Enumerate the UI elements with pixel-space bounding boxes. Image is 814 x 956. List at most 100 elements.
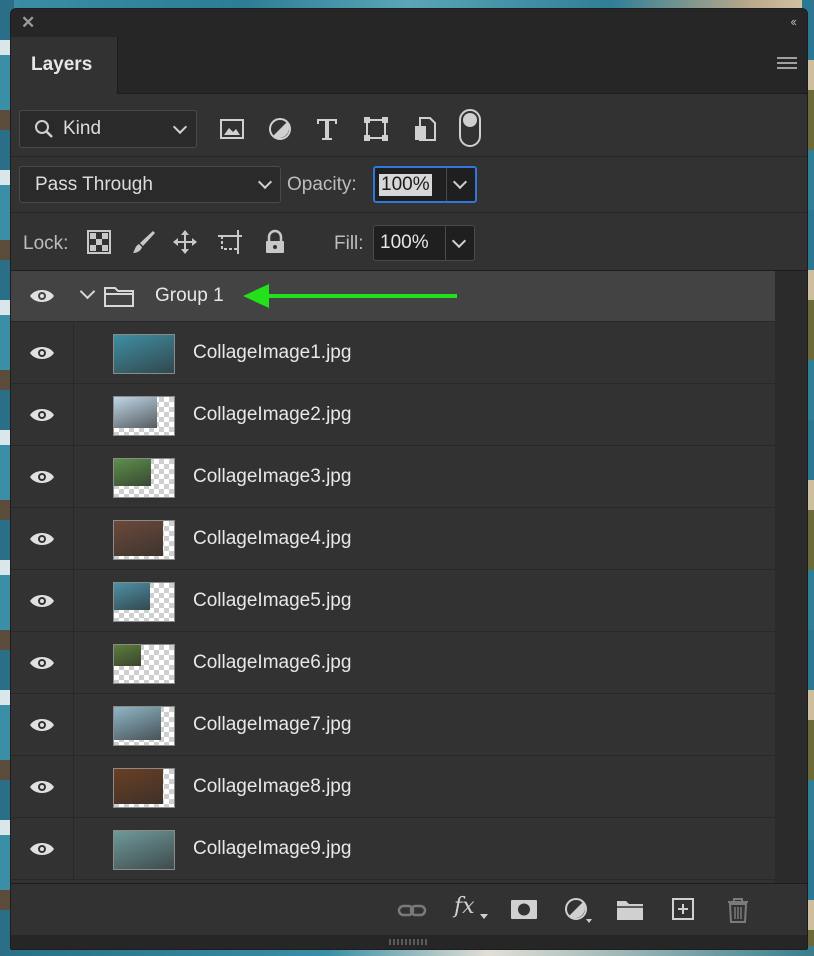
thumbnail-image — [114, 397, 158, 429]
layer-thumbnail — [113, 520, 175, 560]
delete-layer-icon[interactable] — [723, 896, 753, 924]
new-layer-icon[interactable] — [668, 896, 698, 924]
close-icon[interactable]: ✕ — [21, 13, 35, 33]
layer-row[interactable]: CollageImage3.jpg — [11, 446, 775, 508]
thumbnail-image — [114, 769, 164, 804]
layer-row[interactable]: CollageImage7.jpg — [11, 694, 775, 756]
fill-label: Fill: — [334, 233, 364, 254]
kind-filter-select[interactable]: Kind — [19, 110, 197, 148]
thumbnail-image — [114, 521, 164, 556]
folder-icon — [104, 287, 134, 307]
thumbnail-image — [114, 707, 161, 741]
visibility-toggle[interactable] — [11, 508, 74, 569]
link-layers-icon[interactable] — [397, 896, 427, 924]
lock-image-pixels-icon[interactable] — [131, 229, 157, 255]
eye-icon — [30, 409, 54, 421]
visibility-toggle[interactable] — [11, 271, 73, 321]
visibility-toggle[interactable] — [11, 570, 74, 631]
eye-icon — [30, 290, 54, 302]
layer-thumbnail — [113, 334, 175, 374]
eye-icon — [30, 657, 54, 669]
layer-row[interactable]: CollageImage1.jpg — [11, 322, 775, 384]
chevron-down-icon — [172, 119, 188, 135]
tab-layers-label: Layers — [31, 54, 93, 75]
fill-dropdown-button[interactable] — [445, 226, 474, 260]
panel-resize-grip[interactable] — [11, 935, 807, 949]
layer-row[interactable]: CollageImage9.jpg — [11, 818, 775, 880]
new-group-icon[interactable] — [615, 896, 645, 924]
layer-name[interactable]: CollageImage7.jpg — [193, 714, 351, 736]
lock-transparent-pixels-icon[interactable] — [86, 229, 112, 255]
filter-toggle-switch[interactable] — [459, 109, 481, 147]
group-expand-chevron-icon[interactable] — [79, 283, 96, 300]
image-filter-icon[interactable] — [219, 116, 245, 142]
filter-row: Kind — [11, 94, 807, 157]
panel-tab-row: Layers — [11, 37, 807, 94]
shape-filter-icon[interactable] — [363, 116, 389, 142]
layer-name[interactable]: CollageImage1.jpg — [193, 342, 351, 364]
adjustment-layer-icon[interactable] — [562, 896, 592, 924]
fx-icon[interactable]: fx — [454, 894, 488, 922]
lock-label: Lock: — [23, 233, 69, 254]
layer-name[interactable]: CollageImage5.jpg — [193, 590, 351, 612]
visibility-toggle[interactable] — [11, 694, 74, 755]
thumbnail-image — [114, 583, 150, 610]
thumbnail-image — [114, 459, 152, 487]
layer-thumbnail — [113, 582, 175, 622]
chevron-down-icon — [452, 174, 468, 190]
type-filter-icon[interactable] — [314, 116, 340, 142]
panel-title-bar: ✕ ‹‹ — [11, 9, 807, 37]
tab-layers[interactable]: Layers — [11, 37, 118, 94]
fill-value[interactable]: 100% — [380, 232, 429, 254]
lock-row: Lock: Fill: 100% — [11, 213, 807, 271]
lock-position-icon[interactable] — [172, 229, 198, 255]
smart-object-filter-icon[interactable] — [412, 116, 438, 142]
layer-name[interactable]: CollageImage2.jpg — [193, 404, 351, 426]
layers-list: Group 1 CollageImage1.jpg CollageImage2.j… — [11, 271, 775, 883]
adjustment-filter-icon[interactable] — [267, 116, 293, 142]
layer-thumbnail — [113, 830, 175, 870]
layer-thumbnail — [113, 706, 175, 746]
add-mask-icon[interactable] — [509, 896, 539, 924]
visibility-toggle[interactable] — [11, 818, 74, 879]
panel-menu-icon[interactable] — [777, 57, 797, 71]
layer-row[interactable]: CollageImage6.jpg — [11, 632, 775, 694]
group-name[interactable]: Group 1 — [155, 285, 224, 307]
thumbnail-image — [114, 831, 174, 869]
visibility-toggle[interactable] — [11, 632, 74, 693]
eye-icon — [30, 471, 54, 483]
eye-icon — [30, 781, 54, 793]
layer-thumbnail — [113, 396, 175, 436]
layer-thumbnail — [113, 768, 175, 808]
layer-name[interactable]: CollageImage6.jpg — [193, 652, 351, 674]
opacity-value[interactable]: 100% — [379, 174, 432, 196]
fill-field[interactable]: 100% — [373, 225, 475, 261]
opacity-field[interactable]: 100% — [373, 166, 477, 203]
layers-scrollbar[interactable] — [775, 271, 807, 883]
blend-mode-select[interactable]: Pass Through — [19, 166, 281, 203]
visibility-toggle[interactable] — [11, 322, 74, 383]
lock-all-icon[interactable] — [262, 229, 288, 255]
layer-row[interactable]: CollageImage2.jpg — [11, 384, 775, 446]
lock-artboard-icon[interactable] — [217, 229, 243, 255]
layer-name[interactable]: CollageImage4.jpg — [193, 528, 351, 550]
layer-group-row[interactable]: Group 1 — [11, 271, 775, 322]
visibility-toggle[interactable] — [11, 446, 74, 507]
layer-row[interactable]: CollageImage4.jpg — [11, 508, 775, 570]
visibility-toggle[interactable] — [11, 756, 74, 817]
layer-name[interactable]: CollageImage9.jpg — [193, 838, 351, 860]
blend-mode-label: Pass Through — [35, 174, 153, 195]
collapse-panel-icon[interactable]: ‹‹ — [790, 14, 797, 29]
opacity-label: Opacity: — [287, 174, 357, 195]
visibility-toggle[interactable] — [11, 384, 74, 445]
layer-row[interactable]: CollageImage5.jpg — [11, 570, 775, 632]
layers-panel: ✕ ‹‹ Layers Kind Pass Through Opacity: 1… — [10, 8, 808, 950]
chevron-down-icon — [451, 233, 467, 249]
opacity-dropdown-button[interactable] — [446, 168, 475, 201]
layer-name[interactable]: CollageImage3.jpg — [193, 466, 351, 488]
fx-label: fx — [454, 894, 475, 919]
layer-row[interactable]: CollageImage8.jpg — [11, 756, 775, 818]
green-arrow-annotation — [243, 284, 457, 308]
eye-icon — [30, 719, 54, 731]
layer-name[interactable]: CollageImage8.jpg — [193, 776, 351, 798]
